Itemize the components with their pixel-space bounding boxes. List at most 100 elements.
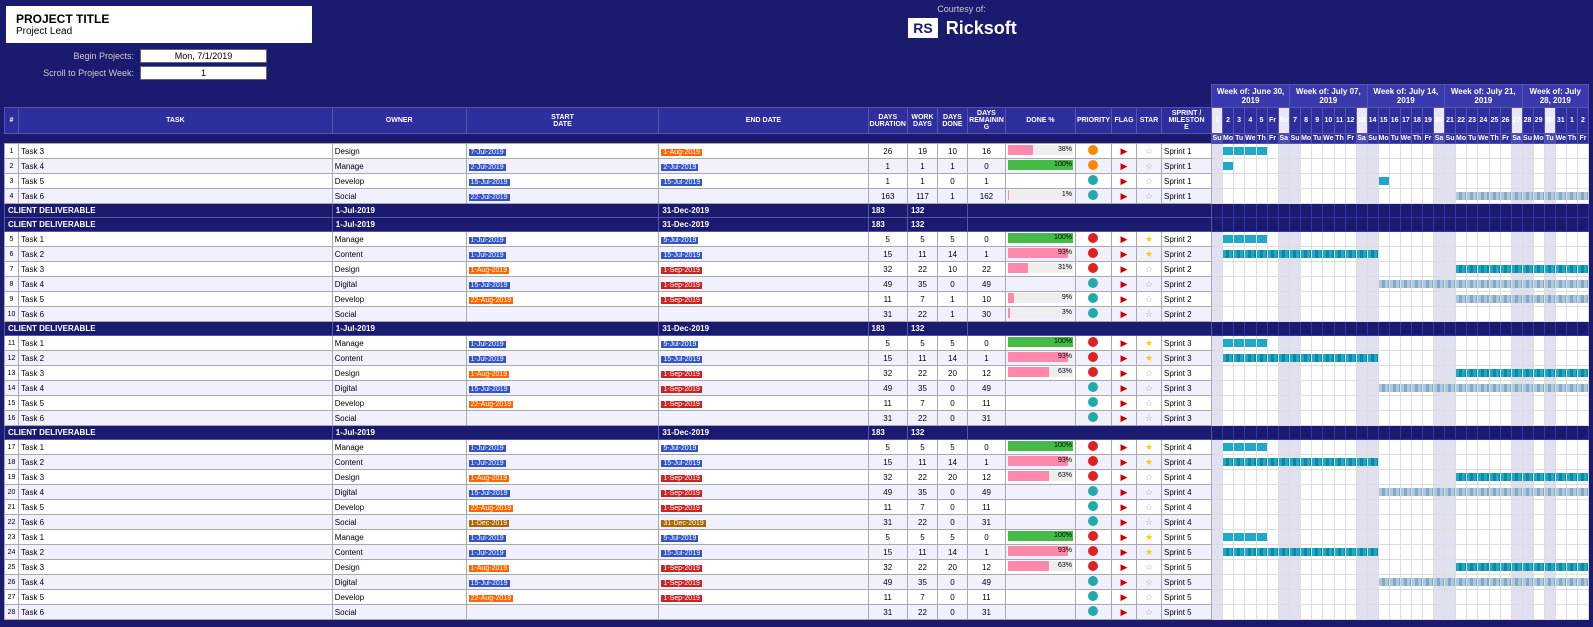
task-done: 20: [937, 560, 967, 575]
task-sprint: Sprint 2: [1162, 232, 1212, 247]
task-duration: 15: [868, 455, 907, 470]
row-num: 16: [5, 411, 19, 426]
scroll-label: Scroll to Project Week:: [4, 68, 134, 78]
task-remaining: 12: [967, 560, 1005, 575]
task-owner: Manage: [332, 232, 466, 247]
task-sprint: Sprint 4: [1162, 485, 1212, 500]
row-num: 25: [5, 560, 19, 575]
task-duration: 49: [868, 575, 907, 590]
task-workdays: 22: [907, 411, 937, 426]
task-remaining: 49: [967, 381, 1005, 396]
task-sprint: Sprint 4: [1162, 440, 1212, 455]
row-num: 10: [5, 307, 19, 322]
task-duration: 32: [868, 262, 907, 277]
task-sprint: Sprint 5: [1162, 590, 1212, 605]
task-pct: [1005, 500, 1075, 515]
table-row: 11 Task 1 Manage 1-Jul-2019 5-Jul-2019 5…: [5, 336, 1589, 351]
task-start: 15-Jul-2019: [466, 575, 659, 590]
task-end: 1-Sep-2019: [659, 590, 868, 605]
task-owner: Digital: [332, 485, 466, 500]
day-w2-6: 12: [1345, 108, 1356, 134]
task-sprint: Sprint 3: [1162, 411, 1212, 426]
deliverable-d132: 132: [907, 218, 967, 232]
task-start: 1-Jul-2019: [466, 336, 659, 351]
task-flag: ▶: [1112, 396, 1137, 411]
courtesy-area: Courtesy of: RS Ricksoft: [334, 4, 1589, 40]
task-end: 15-Jul-2019: [659, 247, 868, 262]
task-star: ☆: [1137, 366, 1162, 381]
table-row: 2 Task 4 Manage 2-Jul-2019 2-Jul-2019 1 …: [5, 159, 1589, 174]
begin-projects-row: Begin Projects:: [4, 49, 1589, 63]
task-star: ★: [1137, 247, 1162, 262]
task-star: ★: [1137, 232, 1162, 247]
task-priority: [1075, 174, 1111, 189]
task-remaining: 0: [967, 336, 1005, 351]
task-flag: ▶: [1112, 144, 1137, 159]
col-priority: PRIORITY: [1075, 108, 1111, 134]
begin-input[interactable]: [140, 49, 267, 63]
day-w5-3: 30: [1544, 108, 1555, 134]
task-pct: 9%: [1005, 292, 1075, 307]
task-flag: ▶: [1112, 189, 1137, 204]
task-pct: 100%: [1005, 232, 1075, 247]
day-w2-2: 8: [1301, 108, 1312, 134]
col-donedys: DAYSDONE: [937, 108, 967, 134]
task-owner: Manage: [332, 336, 466, 351]
task-star: ☆: [1137, 485, 1162, 500]
task-start: 7-Jul-2019: [466, 144, 659, 159]
task-priority: [1075, 381, 1111, 396]
task-star: ☆: [1137, 470, 1162, 485]
col-start: STARTDATE: [466, 108, 659, 134]
task-star: ☆: [1137, 159, 1162, 174]
task-sprint: Sprint 4: [1162, 500, 1212, 515]
task-pct: [1005, 485, 1075, 500]
task-owner: Develop: [332, 292, 466, 307]
task-pct: 31%: [1005, 262, 1075, 277]
task-duration: 5: [868, 530, 907, 545]
top-area: PROJECT TITLE Project Lead Courtesy of: …: [4, 4, 1589, 45]
task-flag: ▶: [1112, 366, 1137, 381]
task-remaining: 1: [967, 351, 1005, 366]
task-flag: ▶: [1112, 440, 1137, 455]
task-end: 5-Jul-2019: [659, 336, 868, 351]
task-end: [659, 411, 868, 426]
week-3-label: Week of: July 14, 2019: [1367, 85, 1444, 108]
scroll-input[interactable]: [140, 66, 267, 80]
task-done: 0: [937, 605, 967, 620]
task-star: ☆: [1137, 144, 1162, 159]
task-pct: 63%: [1005, 366, 1075, 381]
task-start: [466, 605, 659, 620]
day-w3-5: 18: [1412, 108, 1423, 134]
task-flag: ▶: [1112, 455, 1137, 470]
task-star: ☆: [1137, 590, 1162, 605]
day-w4-1: 21: [1445, 108, 1456, 134]
task-pct: 3%: [1005, 307, 1075, 322]
task-workdays: 22: [907, 515, 937, 530]
col-workdays: WORKDAYS: [907, 108, 937, 134]
task-flag: ▶: [1112, 277, 1137, 292]
task-remaining: 11: [967, 500, 1005, 515]
task-start: [466, 307, 659, 322]
task-priority: [1075, 277, 1111, 292]
day-w5-6: 2: [1578, 108, 1589, 134]
task-star: ☆: [1137, 500, 1162, 515]
deliverable-d132: 132: [907, 204, 967, 218]
task-priority: [1075, 590, 1111, 605]
task-owner: Social: [332, 307, 466, 322]
task-workdays: 7: [907, 590, 937, 605]
task-workdays: 11: [907, 455, 937, 470]
task-name: Task 5: [19, 590, 333, 605]
table-row: 23 Task 1 Manage 1-Jul-2019 5-Jul-2019 5…: [5, 530, 1589, 545]
task-done: 0: [937, 590, 967, 605]
task-done: 5: [937, 530, 967, 545]
task-duration: 1: [868, 174, 907, 189]
row-num: 27: [5, 590, 19, 605]
task-star: ☆: [1137, 307, 1162, 322]
task-owner: Social: [332, 515, 466, 530]
app-container: PROJECT TITLE Project Lead Courtesy of: …: [0, 0, 1593, 627]
table-row: 5 Task 1 Manage 1-Jul-2019 5-Jul-2019 5 …: [5, 232, 1589, 247]
task-name: Task 1: [19, 440, 333, 455]
day-w5-5: 1: [1567, 108, 1578, 134]
task-owner: Digital: [332, 575, 466, 590]
begin-label: Begin Projects:: [4, 51, 134, 61]
